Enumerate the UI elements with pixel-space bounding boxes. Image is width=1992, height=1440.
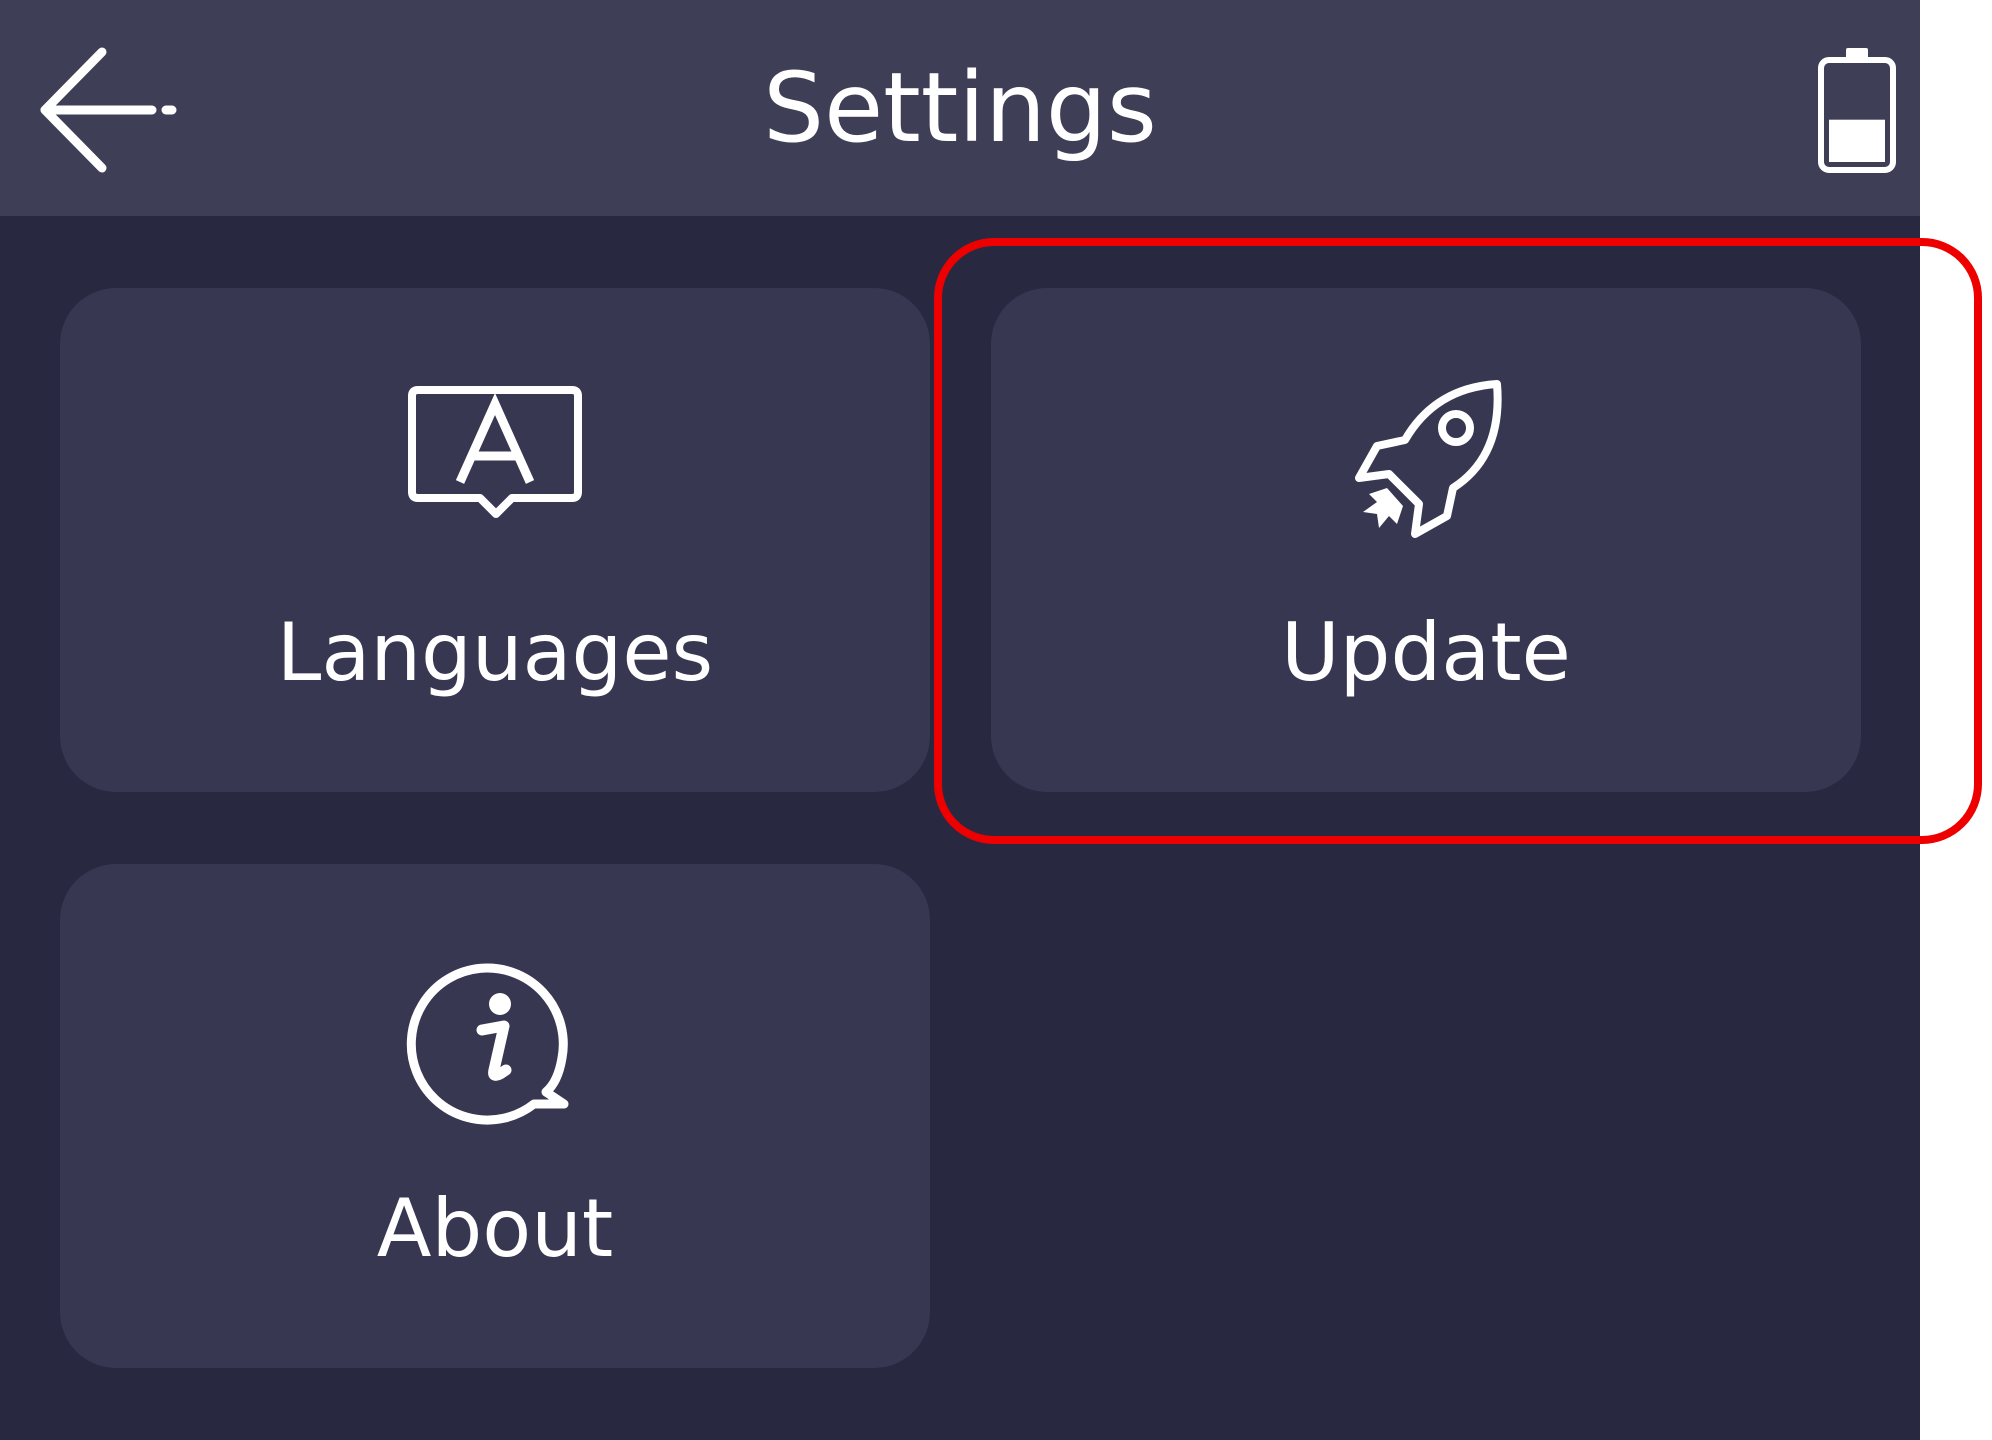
info-icon <box>400 946 590 1136</box>
rocket-icon <box>1331 370 1521 560</box>
about-tile[interactable]: About <box>60 864 930 1368</box>
battery-icon <box>1818 48 1896 173</box>
update-label: Update <box>1281 606 1571 699</box>
back-arrow-icon <box>40 47 177 173</box>
battery-indicator <box>1816 44 1898 176</box>
languages-label: Languages <box>276 606 714 699</box>
about-label: About <box>376 1182 614 1275</box>
settings-screen: Settings Languages Update About <box>0 0 1920 1440</box>
languages-tile[interactable]: Languages <box>60 288 930 792</box>
page-title: Settings <box>763 52 1157 164</box>
header-bar: Settings <box>0 0 1920 216</box>
back-button[interactable] <box>30 40 180 180</box>
update-tile[interactable]: Update <box>991 288 1861 792</box>
language-icon <box>400 370 590 560</box>
battery-level-fill <box>1829 119 1885 162</box>
